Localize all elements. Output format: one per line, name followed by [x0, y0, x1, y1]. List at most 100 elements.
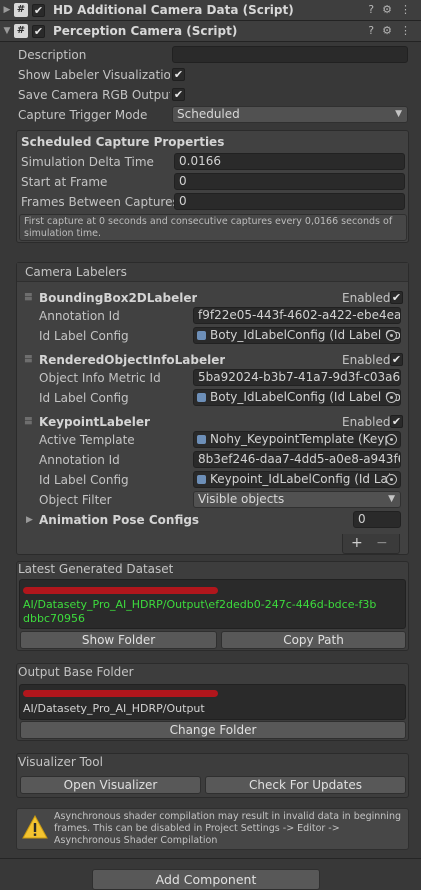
object-filter-value: Visible objects — [198, 492, 285, 506]
object-picker-icon[interactable] — [386, 392, 397, 403]
drag-handle-icon[interactable]: ▬ ▬ — [24, 415, 33, 428]
capture-trigger-mode-value: Scheduled — [177, 107, 240, 121]
camera-labelers-box — [16, 262, 409, 555]
copy-path-button[interactable]: Copy Path — [221, 631, 406, 649]
remove-labeler-button[interactable]: − — [376, 535, 388, 551]
drag-handle-icon[interactable]: ▬ ▬ — [24, 291, 33, 304]
perception-enabled-checkbox[interactable]: ✔ — [32, 24, 45, 38]
shader-warning-text: Asynchronous shader compilation may resu… — [54, 811, 402, 846]
perception-camera-header[interactable]: ▼ # ✔ Perception Camera (Script) ? ⚙ ⋮ — [0, 21, 421, 42]
help-icon[interactable]: ? — [368, 3, 374, 16]
description-label: Description — [18, 48, 87, 62]
object-info-metric-id-label: Object Info Metric Id — [39, 371, 161, 385]
help-icon[interactable]: ? — [368, 24, 374, 37]
rendered-enabled-checkbox[interactable]: ✔ — [390, 353, 403, 366]
output-path-text: AI/Datasety_Pro_AI_HDRP/Output — [23, 702, 205, 715]
add-component-button[interactable]: Add Component — [92, 869, 320, 890]
capture-trigger-mode-label: Capture Trigger Mode — [18, 108, 148, 122]
save-rgb-output-checkbox[interactable]: ✔ — [172, 88, 185, 101]
settings-icon[interactable]: ⚙ — [382, 24, 392, 37]
bbox-id-label-config-value: Boty_IdLabelConfig (Id Label Co — [210, 328, 401, 342]
change-folder-button[interactable]: Change Folder — [20, 721, 406, 739]
active-template-field[interactable]: Nohy_KeypointTemplate (Keyp — [193, 431, 401, 448]
keypoint-id-label-config-field[interactable]: Keypoint_IdLabelConfig (Id Lab — [193, 471, 401, 488]
object-filter-label: Object Filter — [39, 493, 112, 507]
keypoint-annotation-id-label: Annotation Id — [39, 453, 120, 467]
bbox-id-label-config-field[interactable]: Boty_IdLabelConfig (Id Label Co — [193, 327, 401, 344]
dataset-path-line2: dbbc70956 — [23, 612, 85, 625]
enabled-label: Enabled — [342, 353, 391, 367]
keypoint-id-label-config-value: Keypoint_IdLabelConfig (Id Lab — [210, 472, 396, 486]
enabled-label: Enabled — [342, 415, 391, 429]
scheduled-info-box: First capture at 0 seconds and consecuti… — [19, 214, 407, 241]
foldout-arrow-icon[interactable]: ▶ — [26, 515, 33, 525]
simulation-delta-input[interactable]: 0.0166 — [174, 153, 405, 170]
latest-dataset-title: Latest Generated Dataset — [18, 562, 174, 576]
dataset-path-line1: AI/Datasety_Pro_AI_HDRP/Output\ef2dedb0-… — [23, 598, 377, 611]
menu-icon[interactable]: ⋮ — [400, 3, 411, 16]
template-asset-icon — [197, 435, 206, 444]
label-config-asset-icon — [197, 331, 206, 340]
perception-component-title: Perception Camera (Script) — [53, 24, 238, 38]
dropdown-arrow-icon: ▼ — [388, 494, 395, 504]
description-input[interactable] — [172, 46, 408, 63]
drag-handle-icon[interactable]: ▬ ▬ — [24, 353, 33, 366]
show-labeler-visualization-label: Show Labeler Visualization — [18, 68, 170, 82]
start-at-frame-input[interactable]: 0 — [174, 173, 405, 190]
keypoint-labeler-name: KeypointLabeler — [39, 415, 150, 429]
check-for-updates-button[interactable]: Check For Updates — [205, 776, 406, 794]
redaction-mark — [23, 690, 218, 697]
menu-icon[interactable]: ⋮ — [400, 24, 411, 37]
settings-icon[interactable]: ⚙ — [382, 3, 392, 16]
expand-arrow-icon[interactable]: ▼ — [0, 26, 14, 36]
object-picker-icon[interactable] — [386, 330, 397, 341]
frames-between-input[interactable]: 0 — [174, 193, 405, 210]
bbox-id-label-config-label: Id Label Config — [39, 329, 129, 343]
bbox-annotation-id-input[interactable]: f9f22e05-443f-4602-a422-ebe4ea — [193, 307, 401, 324]
enabled-label: Enabled — [342, 291, 391, 305]
show-labeler-visualization-checkbox[interactable]: ✔ — [172, 68, 185, 81]
bbox-enabled-checkbox[interactable]: ✔ — [390, 291, 403, 304]
object-filter-dropdown[interactable]: Visible objects ▼ — [193, 491, 401, 508]
object-picker-icon[interactable] — [386, 474, 397, 485]
active-template-value: Nohy_KeypointTemplate (Keyp — [210, 432, 393, 446]
warning-icon — [22, 815, 48, 839]
divider — [0, 858, 421, 859]
active-template-label: Active Template — [39, 433, 135, 447]
collapse-arrow-icon[interactable]: ▶ — [0, 5, 14, 15]
output-path-field[interactable]: AI/Datasety_Pro_AI_HDRP/Output — [19, 684, 406, 720]
frames-between-label: Frames Between Captures — [21, 195, 179, 209]
scheduled-capture-title: Scheduled Capture Properties — [21, 135, 225, 149]
keypoint-enabled-checkbox[interactable]: ✔ — [390, 415, 403, 428]
keypoint-id-label-config-label: Id Label Config — [39, 473, 129, 487]
show-folder-button[interactable]: Show Folder — [20, 631, 217, 649]
start-at-frame-label: Start at Frame — [21, 175, 108, 189]
camera-labelers-title: Camera Labelers — [25, 265, 127, 279]
hd-camera-data-header[interactable]: ▶ # ✔ HD Additional Camera Data (Script)… — [0, 0, 421, 21]
save-rgb-output-label: Save Camera RGB Output to Disk — [18, 88, 170, 102]
open-visualizer-button[interactable]: Open Visualizer — [20, 776, 201, 794]
animation-pose-configs-count[interactable]: 0 — [353, 511, 401, 528]
rendered-id-label-config-value: Boty_IdLabelConfig (Id Label Co — [210, 390, 401, 404]
keypoint-annotation-id-input[interactable]: 8b3ef246-daa7-4dd5-a0e8-a943f6 — [193, 451, 401, 468]
bbox-annotation-id-label: Annotation Id — [39, 309, 120, 323]
bbox-labeler-name: BoundingBox2DLabeler — [39, 291, 198, 305]
label-config-asset-icon — [197, 393, 206, 402]
object-info-metric-id-input[interactable]: 5ba92024-b3b7-41a7-9d3f-c03a6 — [193, 369, 401, 386]
output-folder-title: Output Base Folder — [18, 665, 134, 679]
object-picker-icon[interactable] — [386, 434, 397, 445]
label-config-asset-icon — [197, 475, 206, 484]
script-icon: # — [14, 24, 28, 38]
script-icon: # — [14, 3, 28, 17]
animation-pose-configs-label[interactable]: Animation Pose Configs — [39, 513, 199, 527]
add-labeler-button[interactable]: + — [351, 535, 363, 551]
hd-component-title: HD Additional Camera Data (Script) — [53, 3, 294, 17]
rendered-labeler-name: RenderedObjectInfoLabeler — [39, 353, 226, 367]
dropdown-arrow-icon: ▼ — [395, 109, 402, 119]
capture-trigger-mode-dropdown[interactable]: Scheduled ▼ — [172, 106, 408, 123]
hd-enabled-checkbox[interactable]: ✔ — [32, 3, 45, 17]
dataset-path-field[interactable]: AI/Datasety_Pro_AI_HDRP/Output\ef2dedb0-… — [19, 579, 406, 629]
rendered-id-label-config-label: Id Label Config — [39, 391, 129, 405]
simulation-delta-label: Simulation Delta Time — [21, 155, 154, 169]
rendered-id-label-config-field[interactable]: Boty_IdLabelConfig (Id Label Co — [193, 389, 401, 406]
